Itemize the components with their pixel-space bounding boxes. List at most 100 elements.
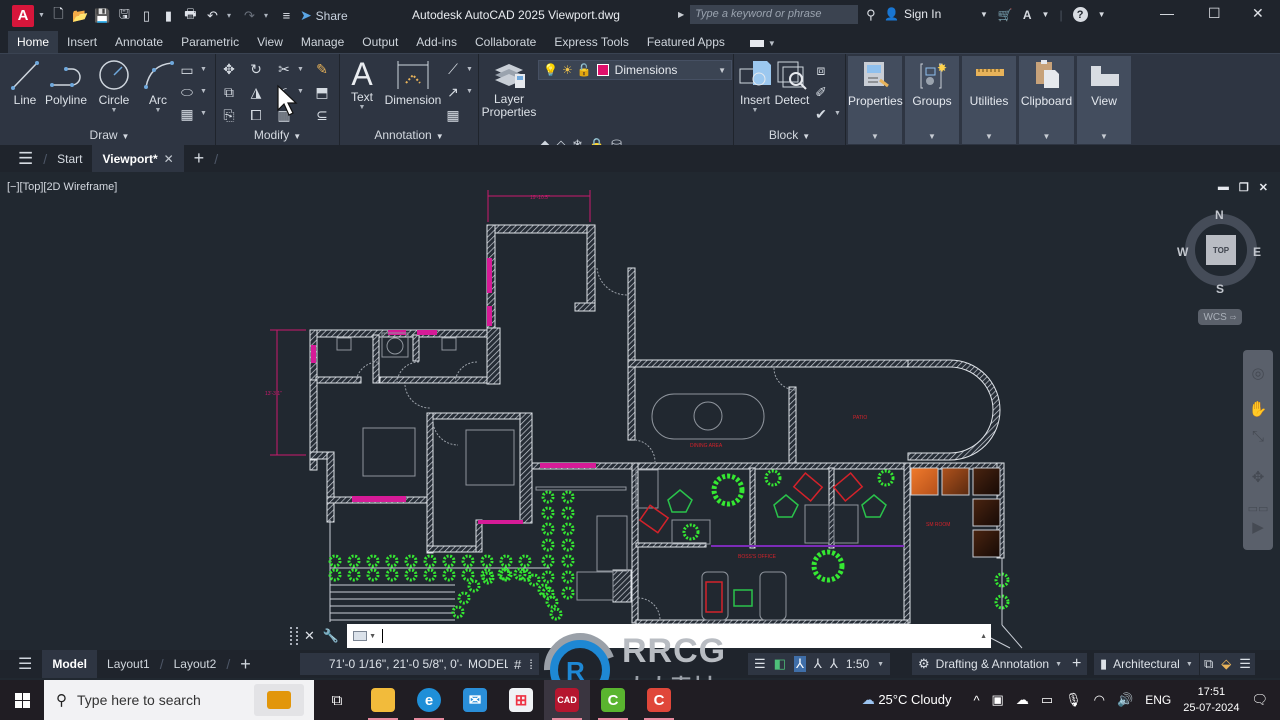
create-block-icon[interactable]: ⧈ <box>812 61 830 79</box>
rotate-icon[interactable]: ↻ <box>247 60 265 78</box>
meet-icon[interactable]: ▣ <box>992 692 1004 708</box>
cart-icon[interactable]: 🛒 <box>998 8 1013 22</box>
new-drawing-tab-button[interactable]: + <box>184 145 215 172</box>
taskbar-file-explorer[interactable] <box>360 680 406 720</box>
edit-block-icon[interactable]: ✐ <box>812 83 830 101</box>
wifi-icon[interactable]: ◠ <box>1094 692 1105 708</box>
file-tabs-menu-button[interactable]: ☰ <box>0 145 43 172</box>
tab-view[interactable]: View <box>248 31 292 53</box>
copy-icon[interactable]: ⧉ <box>220 83 238 101</box>
mirror-icon[interactable]: ◮ <box>247 83 265 101</box>
tab-home[interactable]: Home <box>8 31 59 53</box>
attributes-dropdown-icon[interactable]: ▼ <box>834 110 841 117</box>
steering-wheel-icon[interactable]: ◎ <box>1243 364 1273 382</box>
arc-dropdown-icon[interactable]: ▼ <box>140 107 176 115</box>
command-history-icon[interactable]: ▲ <box>980 633 987 640</box>
close-button[interactable]: ✕ <box>1252 5 1264 22</box>
compass-south[interactable]: S <box>1216 282 1224 296</box>
tab-start[interactable]: Start <box>47 145 92 172</box>
leader-icon[interactable]: ⟋ <box>444 60 462 78</box>
pan-icon[interactable]: ✋ <box>1243 400 1273 418</box>
orbit-icon[interactable]: ✥ <box>1243 468 1273 486</box>
text-dropdown-icon[interactable]: ▼ <box>348 104 376 112</box>
app-dropdown-icon[interactable]: ▼ <box>1042 10 1050 19</box>
taskbar-autocad[interactable]: CAD <box>544 680 590 720</box>
tab-viewport-drawing[interactable]: Viewport* ✕ <box>92 145 184 172</box>
save-icon[interactable]: 💾 <box>94 8 110 23</box>
taskbar-search-box[interactable]: ⚲ Type here to search <box>44 680 314 720</box>
application-menu-button[interactable]: A <box>12 4 34 27</box>
maximize-button[interactable]: ☐ <box>1208 5 1221 22</box>
taskbar-mail[interactable]: ✉ <box>452 680 498 720</box>
circle-dropdown-icon[interactable]: ▼ <box>94 107 134 115</box>
taskbar-camtasia-green[interactable]: C <box>590 680 636 720</box>
arc-tool[interactable]: Arc ▼ <box>140 59 176 115</box>
multileader-icon[interactable]: ↗ <box>444 83 462 101</box>
search-highlight[interactable] <box>254 684 304 716</box>
recent-commands-icon[interactable] <box>353 631 368 641</box>
recent-commands-dropdown-icon[interactable]: ▼ <box>369 633 376 640</box>
offset-icon[interactable]: ⊆ <box>313 106 331 124</box>
snap-icon[interactable]: ⁞ <box>529 657 533 672</box>
scale-icon[interactable]: ⧠ <box>247 106 265 124</box>
annotation-monitor-button[interactable]: + <box>1066 653 1088 675</box>
tab-insert[interactable]: Insert <box>58 31 106 53</box>
erase-icon[interactable]: ✎ <box>313 60 331 78</box>
auto-scale-icon[interactable]: ⅄ <box>814 656 822 672</box>
volume-icon[interactable]: 🔊 <box>1117 692 1133 708</box>
multileader-dropdown-icon[interactable]: ▼ <box>466 88 473 95</box>
compass-east[interactable]: E <box>1253 245 1261 259</box>
ellipse-dropdown-icon[interactable]: ▼ <box>200 88 207 95</box>
wcs-menu[interactable]: WCS ⇨ <box>1198 309 1242 325</box>
annotation-scale-value[interactable]: 1:50 <box>846 657 869 671</box>
units-switcher[interactable]: ▮ Architectural ▼ <box>1094 653 1199 675</box>
insert-dropdown-icon[interactable]: ▼ <box>736 107 774 115</box>
save-to-web-icon[interactable]: ▮ <box>161 8 176 23</box>
hatch-icon[interactable]: ▦ <box>178 105 196 123</box>
play-icon[interactable]: ▶ <box>1243 518 1273 536</box>
ellipse-icon[interactable]: ⬭ <box>178 83 196 101</box>
compass-west[interactable]: W <box>1177 245 1188 259</box>
text-tool[interactable]: A Text ▼ <box>348 57 376 112</box>
tab-express-tools[interactable]: Express Tools <box>545 31 637 53</box>
tab-output[interactable]: Output <box>353 31 407 53</box>
modify-panel-title[interactable]: Modify ▼ <box>216 128 339 142</box>
explode-icon[interactable]: ⬒ <box>313 83 331 101</box>
new-layout-button[interactable]: + <box>230 650 261 678</box>
lineweight-icon[interactable]: ☰ <box>754 656 766 672</box>
command-input[interactable]: ▼ ▲ <box>347 624 992 648</box>
start-button[interactable] <box>0 692 44 708</box>
polyline-tool[interactable]: Polyline <box>44 59 88 107</box>
close-tab-icon[interactable]: ✕ <box>164 152 174 166</box>
sign-in-dropdown-icon[interactable]: ▼ <box>980 10 988 19</box>
redo-icon[interactable]: ↷ <box>242 8 257 23</box>
edit-attributes-icon[interactable]: ✔ <box>812 105 830 123</box>
weather-widget[interactable]: ☁ 25°C Cloudy <box>862 692 952 708</box>
open-icon[interactable]: 📂 <box>72 8 88 23</box>
draw-panel-title[interactable]: Draw ▼ <box>4 128 215 142</box>
workspace-switcher[interactable]: ⚙ Drafting & Annotation ▼ <box>912 653 1069 675</box>
circle-tool[interactable]: Circle ▼ <box>94 59 134 115</box>
clock[interactable]: 17:51 25-07-2024 <box>1183 684 1239 716</box>
annotation-visibility-icon[interactable]: ⅄ <box>793 656 806 672</box>
rectangle-icon[interactable]: ▭ <box>178 61 196 79</box>
table-icon[interactable]: ▦ <box>444 106 462 124</box>
move-icon[interactable]: ✥ <box>220 60 238 78</box>
search-expand-icon[interactable]: ▶ <box>678 10 684 19</box>
open-from-web-icon[interactable]: ▯ <box>139 8 154 23</box>
undo-icon[interactable]: ↶ <box>205 8 220 23</box>
layer-properties-tool[interactable]: Layer Properties <box>481 60 537 119</box>
customize-command-line-icon[interactable]: 🔧 <box>323 628 339 644</box>
minimize-button[interactable]: — <box>1160 5 1174 21</box>
leader-dropdown-icon[interactable]: ▼ <box>466 66 473 73</box>
microphone-icon[interactable]: 🎙 <box>1065 692 1082 708</box>
line-tool[interactable]: Line <box>10 59 40 107</box>
view-panel-button[interactable]: View ▼ <box>1077 56 1131 144</box>
redo-dropdown-icon[interactable]: ▾ <box>264 11 272 20</box>
trim-dropdown-icon[interactable]: ▼ <box>297 66 304 73</box>
annotation-panel-title[interactable]: Annotation ▼ <box>340 128 478 142</box>
help-icon[interactable]: ? <box>1072 7 1088 22</box>
plot-icon[interactable]: 🖶 <box>183 6 198 23</box>
sign-in-button[interactable]: 👤 Sign In <box>884 7 941 21</box>
block-panel-title[interactable]: Block ▼ <box>734 128 845 142</box>
